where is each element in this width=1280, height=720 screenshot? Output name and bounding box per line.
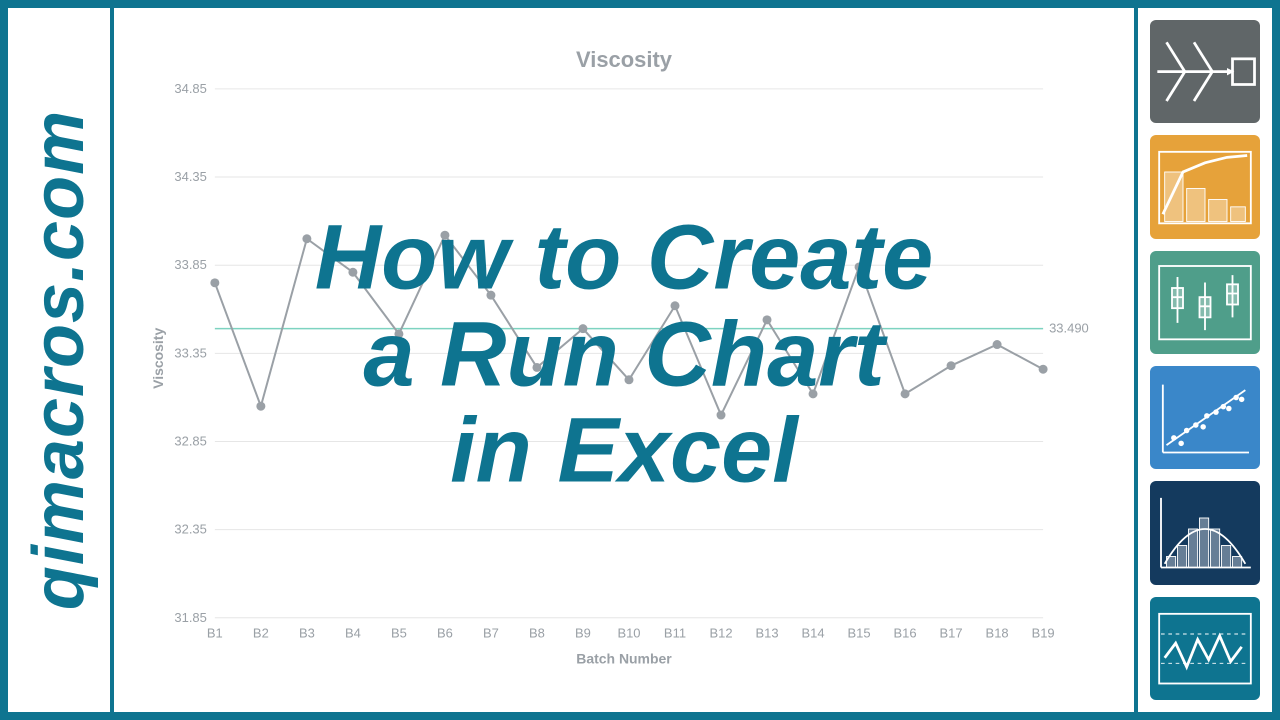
svg-text:B15: B15 xyxy=(848,626,871,641)
svg-text:B3: B3 xyxy=(299,626,315,641)
svg-text:B14: B14 xyxy=(801,626,824,641)
svg-text:B5: B5 xyxy=(391,626,407,641)
svg-text:B8: B8 xyxy=(529,626,545,641)
svg-text:33.35: 33.35 xyxy=(174,345,206,360)
svg-text:B13: B13 xyxy=(755,626,778,641)
svg-text:31.85: 31.85 xyxy=(174,610,206,625)
histogram-icon xyxy=(1150,481,1260,584)
svg-text:Batch Number: Batch Number xyxy=(576,651,672,667)
scatter-icon xyxy=(1150,366,1260,469)
thumb-fishbone[interactable] xyxy=(1150,20,1260,123)
svg-text:33.85: 33.85 xyxy=(174,257,206,272)
svg-text:Viscosity: Viscosity xyxy=(576,47,673,72)
thumb-pareto[interactable] xyxy=(1150,135,1260,238)
svg-text:B11: B11 xyxy=(664,626,686,641)
box-plot-icon xyxy=(1150,251,1260,354)
right-chart-type-strip xyxy=(1134,8,1272,712)
svg-text:B9: B9 xyxy=(575,626,591,641)
thumb-histogram[interactable] xyxy=(1150,481,1260,584)
svg-text:B19: B19 xyxy=(1032,626,1055,641)
svg-text:B4: B4 xyxy=(345,626,361,641)
chart-svg: Viscosity 31.85 32.35 32.85 33.35 33.85 34.35 3… xyxy=(145,39,1103,678)
pareto-icon xyxy=(1150,135,1260,238)
fishbone-icon xyxy=(1150,20,1260,123)
thumb-scatter[interactable] xyxy=(1150,366,1260,469)
thumb-box-plot[interactable] xyxy=(1150,251,1260,354)
svg-text:B17: B17 xyxy=(940,626,963,641)
svg-text:B18: B18 xyxy=(986,626,1009,641)
svg-text:B7: B7 xyxy=(483,626,499,641)
run-chart-icon xyxy=(1150,597,1260,700)
svg-text:B6: B6 xyxy=(437,626,453,641)
svg-text:B10: B10 xyxy=(617,626,640,641)
svg-text:B1: B1 xyxy=(207,626,223,641)
svg-text:34.35: 34.35 xyxy=(174,169,206,184)
run-chart: Viscosity 31.85 32.35 32.85 33.35 33.85 34.35 3… xyxy=(144,38,1104,682)
left-website-strip: qimacros.com xyxy=(8,8,114,712)
svg-text:32.35: 32.35 xyxy=(174,522,206,537)
svg-text:34.85: 34.85 xyxy=(174,81,206,96)
svg-text:Viscosity: Viscosity xyxy=(150,328,166,389)
svg-text:33.490: 33.490 xyxy=(1049,321,1089,336)
svg-text:B2: B2 xyxy=(253,626,269,641)
video-thumbnail-frame: qimacros.com Viscosity 31.85 32.35 32.85 33.… xyxy=(0,0,1280,720)
center-chart-area: Viscosity 31.85 32.35 32.85 33.35 33.85 34.35 3… xyxy=(114,8,1134,712)
thumb-run-chart[interactable] xyxy=(1150,597,1260,700)
website-url: qimacros.com xyxy=(18,110,100,610)
svg-text:B12: B12 xyxy=(709,626,732,641)
svg-text:B16: B16 xyxy=(894,626,917,641)
svg-text:32.85: 32.85 xyxy=(174,433,206,448)
